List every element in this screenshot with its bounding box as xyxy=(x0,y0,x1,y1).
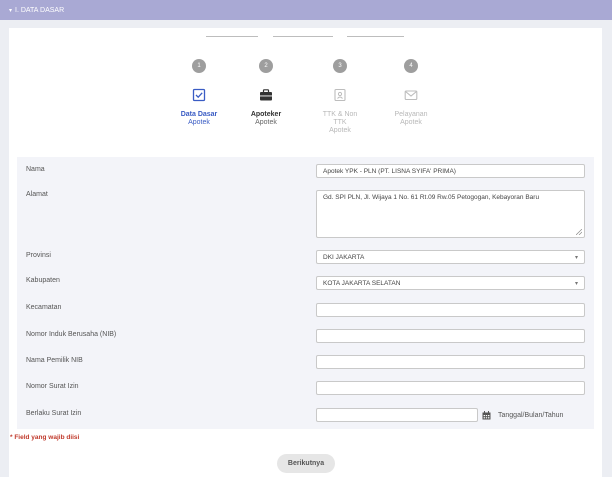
provinsi-select[interactable]: DKI JAKARTA ▾ xyxy=(316,250,585,264)
alamat-textarea[interactable]: Gd. SPI PLN, Jl. Wijaya 1 No. 61 Rt.09 R… xyxy=(316,190,585,238)
step-1-label[interactable]: Data Dasar Apotek xyxy=(169,111,229,127)
step-3-title-line1: TTK & Non xyxy=(322,111,358,118)
checkbox-icon[interactable] xyxy=(192,88,206,102)
kabupaten-select[interactable]: KOTA JAKARTA SELATAN ▾ xyxy=(316,276,585,290)
step-1-title: Data Dasar xyxy=(180,111,218,118)
step-1-subtitle: Apotek xyxy=(188,119,210,126)
alamat-value: Gd. SPI PLN, Jl. Wijaya 1 No. 61 Rt.09 R… xyxy=(323,194,540,201)
date-format-hint: Tanggal/Bulan/Tahun xyxy=(498,412,564,419)
provinsi-value: DKI JAKARTA xyxy=(323,254,365,261)
calendar-icon[interactable] xyxy=(482,411,491,420)
kabupaten-value: KOTA JAKARTA SELATAN xyxy=(323,280,401,287)
section-title: I. DATA DASAR xyxy=(15,7,65,14)
step-2-title: Apoteker xyxy=(250,111,282,118)
pemilik-nib-input[interactable] xyxy=(316,355,585,369)
step-3-label[interactable]: TTK & Non TTK Apotek xyxy=(310,111,370,135)
step-4-label[interactable]: Pelayanan Apotek xyxy=(381,111,441,127)
surat-izin-input[interactable] xyxy=(316,381,585,395)
briefcase-icon[interactable] xyxy=(259,88,273,102)
kecamatan-input[interactable] xyxy=(316,303,585,317)
step-3-subtitle: Apotek xyxy=(329,127,351,134)
step-connector-2-3 xyxy=(273,36,333,37)
step-2-number[interactable]: 2 xyxy=(259,59,273,73)
berlaku-label: Berlaku Surat Izin xyxy=(26,410,82,417)
provinsi-label: Provinsi xyxy=(26,252,51,259)
alamat-label: Alamat xyxy=(26,191,48,198)
step-2-subtitle: Apotek xyxy=(255,119,277,126)
step-3-number[interactable]: 3 xyxy=(333,59,347,73)
step-4-title: Pelayanan xyxy=(394,111,428,118)
nib-label: Nomor Induk Berusaha (NIB) xyxy=(26,331,117,338)
id-card-icon[interactable] xyxy=(333,88,347,102)
step-4-subtitle: Apotek xyxy=(400,119,422,126)
step-4-number[interactable]: 4 xyxy=(404,59,418,73)
surat-izin-label: Nomor Surat Izin xyxy=(26,383,79,390)
nib-input[interactable] xyxy=(316,329,585,343)
section-header[interactable]: ▾ I. DATA DASAR xyxy=(0,0,612,20)
step-1-number[interactable]: 1 xyxy=(192,59,206,73)
step-connector-1-2 xyxy=(206,36,258,37)
chevron-down-icon: ▾ xyxy=(9,8,13,14)
required-field-note: * Field yang wajib diisi xyxy=(10,434,80,441)
dropdown-caret-icon: ▾ xyxy=(574,281,578,287)
step-3-title-line2: TTK xyxy=(333,119,347,126)
kecamatan-label: Kecamatan xyxy=(26,304,62,311)
next-button[interactable]: Berikutnya xyxy=(277,454,335,473)
step-connector-3-4 xyxy=(347,36,404,37)
nama-label: Nama xyxy=(26,166,45,173)
envelope-icon[interactable] xyxy=(404,88,418,102)
nama-input[interactable]: Apotek YPK - PLN (PT. LISNA SYIFA' PRIMA… xyxy=(316,164,585,178)
pemilik-nib-label: Nama Pemilik NIB xyxy=(26,357,83,364)
kabupaten-label: Kabupaten xyxy=(26,277,60,284)
step-2-label[interactable]: Apoteker Apotek xyxy=(236,111,296,127)
dropdown-caret-icon: ▾ xyxy=(574,255,578,261)
berlaku-date-input[interactable] xyxy=(316,408,478,422)
resize-handle-icon[interactable] xyxy=(576,229,582,235)
